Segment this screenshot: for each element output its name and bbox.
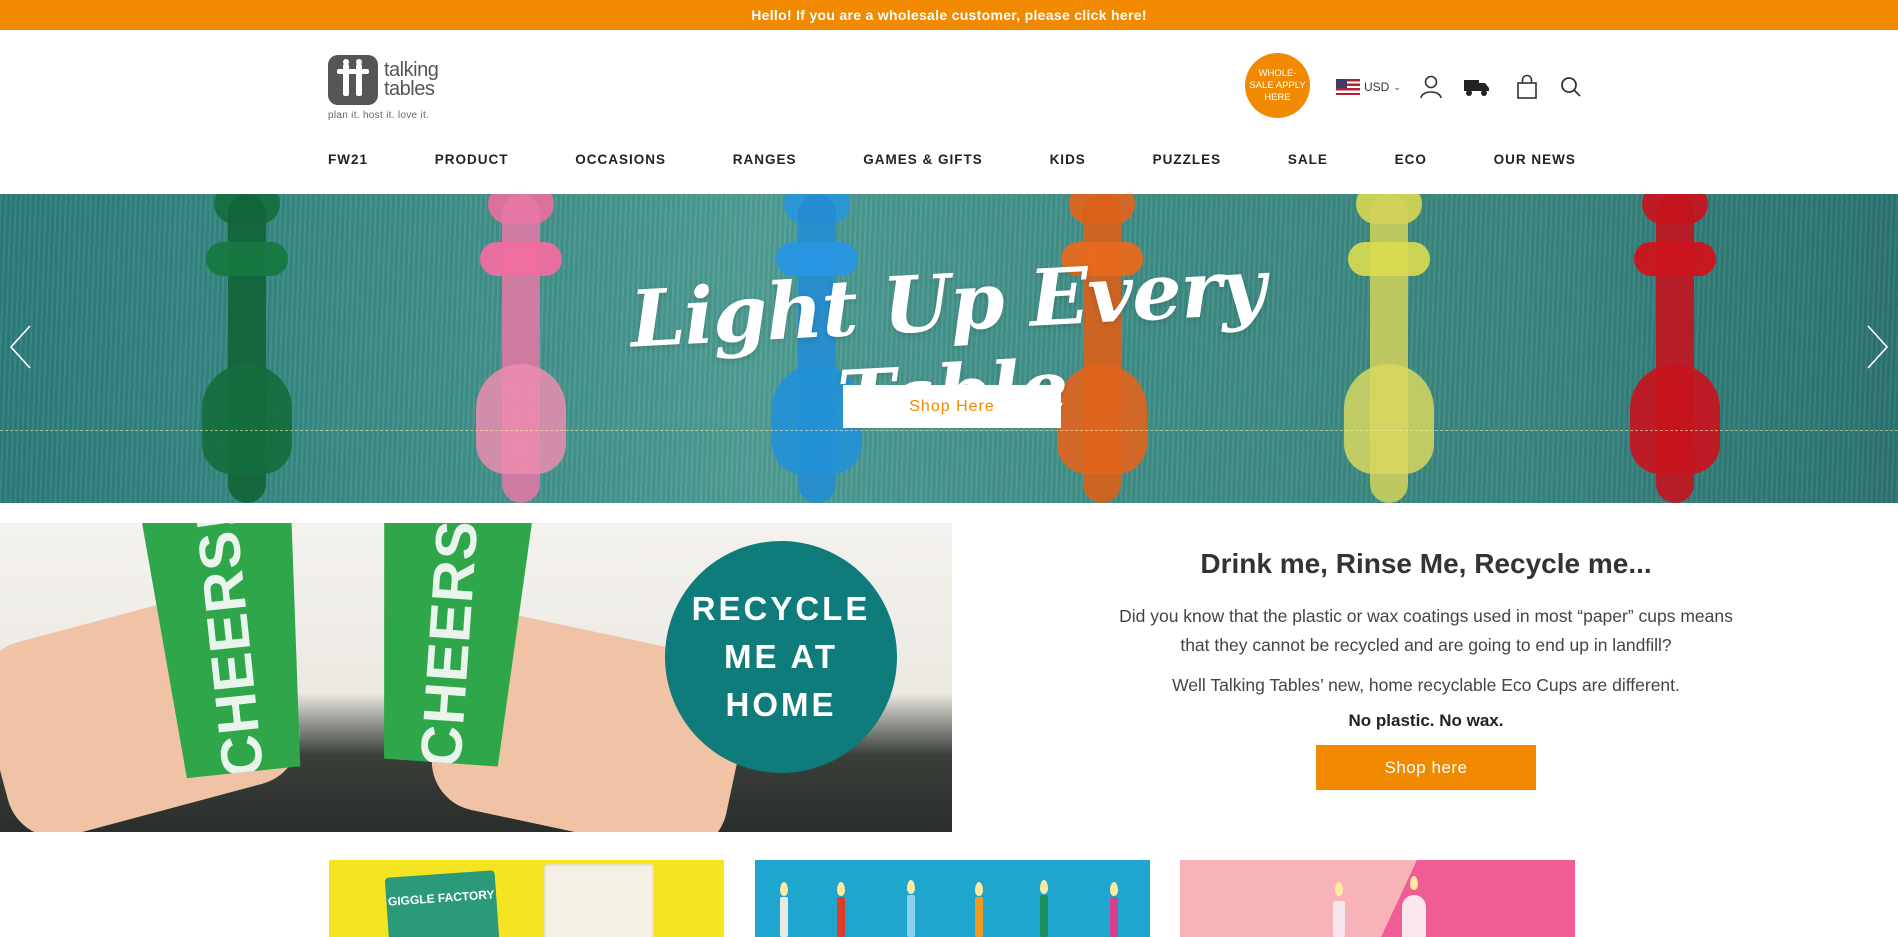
hero-shop-button[interactable]: Shop Here [843,385,1061,428]
announcement-bar: Hello! If you are a wholesale customer, … [0,0,1898,30]
game-box: GIGGLE FACTORY [384,870,500,937]
nav-item-puzzles[interactable]: PUZZLES [1153,152,1222,167]
site-header: talking tables plan it. host it. love it… [0,30,1898,194]
account-icon[interactable] [1418,74,1444,100]
nav-item-our-news[interactable]: OUR NEWS [1494,152,1576,167]
promo-paragraph-2: Well Talking Tables’ new, home recyclabl… [1172,675,1680,695]
main-nav: FW21 PRODUCT OCCASIONS RANGES GAMES & GI… [328,152,1576,167]
logo-wordmark: talking tables [384,59,439,100]
nav-item-sale[interactable]: SALE [1288,152,1328,167]
category-tile-candles[interactable] [754,860,1150,937]
logo-mark-icon [328,55,378,105]
candle-holder-pink [474,194,568,503]
category-tiles: GIGGLE FACTORY [329,860,1575,937]
eco-cups-image: CHEERS! CHEERS! RECYCLE ME AT HOME [0,523,952,832]
recycle-badge: RECYCLE ME AT HOME [665,541,897,773]
logo-tagline: plan it. host it. love it. [328,110,430,121]
candle-holder-green [200,194,294,503]
nav-item-ranges[interactable]: RANGES [733,152,797,167]
promo-paragraph-1: Did you know that the plastic or wax coa… [1119,606,1733,655]
currency-label: USD [1364,80,1390,94]
slider-prev-icon[interactable] [8,324,34,370]
promo-strong-text: No plastic. No wax. [1348,711,1504,730]
hero-banner: Light Up Every Table Shop Here [0,194,1898,503]
game-box-label: GIGGLE FACTORY [387,887,495,909]
nav-item-eco[interactable]: ECO [1395,152,1427,167]
chevron-down-icon: ⌄ [1393,81,1401,92]
promo-shop-button[interactable]: Shop here [1316,745,1536,790]
nav-item-product[interactable]: PRODUCT [435,152,509,167]
nav-item-games-gifts[interactable]: GAMES & GIFTS [863,152,983,167]
nav-item-occasions[interactable]: OCCASIONS [575,152,666,167]
candle-holder-red [1628,194,1722,503]
wholesale-badge[interactable]: WHOLE-SALE APPLY HERE [1245,53,1310,118]
us-flag-icon [1336,79,1360,95]
puzzle-box [544,864,654,937]
search-icon[interactable] [1558,74,1584,100]
shopping-bag-icon[interactable] [1514,74,1540,100]
category-tile-games[interactable]: GIGGLE FACTORY [329,860,724,937]
slider-next-icon[interactable] [1864,324,1890,370]
candle-holder-yellow [1342,194,1436,503]
currency-selector[interactable]: USD ⌄ [1336,79,1401,95]
nav-item-kids[interactable]: KIDS [1050,152,1086,167]
promo-heading: Drink me, Rinse Me, Recycle me... [1200,548,1652,579]
nav-item-fw21[interactable]: FW21 [328,152,368,167]
logo[interactable]: talking tables plan it. host it. love it… [328,55,448,127]
delivery-truck-icon[interactable] [1462,74,1492,100]
category-tile-birthday[interactable] [1180,860,1575,937]
wholesale-link[interactable]: Hello! If you are a wholesale customer, … [751,7,1147,23]
eco-cups-promo: Drink me, Rinse Me, Recycle me... Did yo… [1110,548,1742,790]
